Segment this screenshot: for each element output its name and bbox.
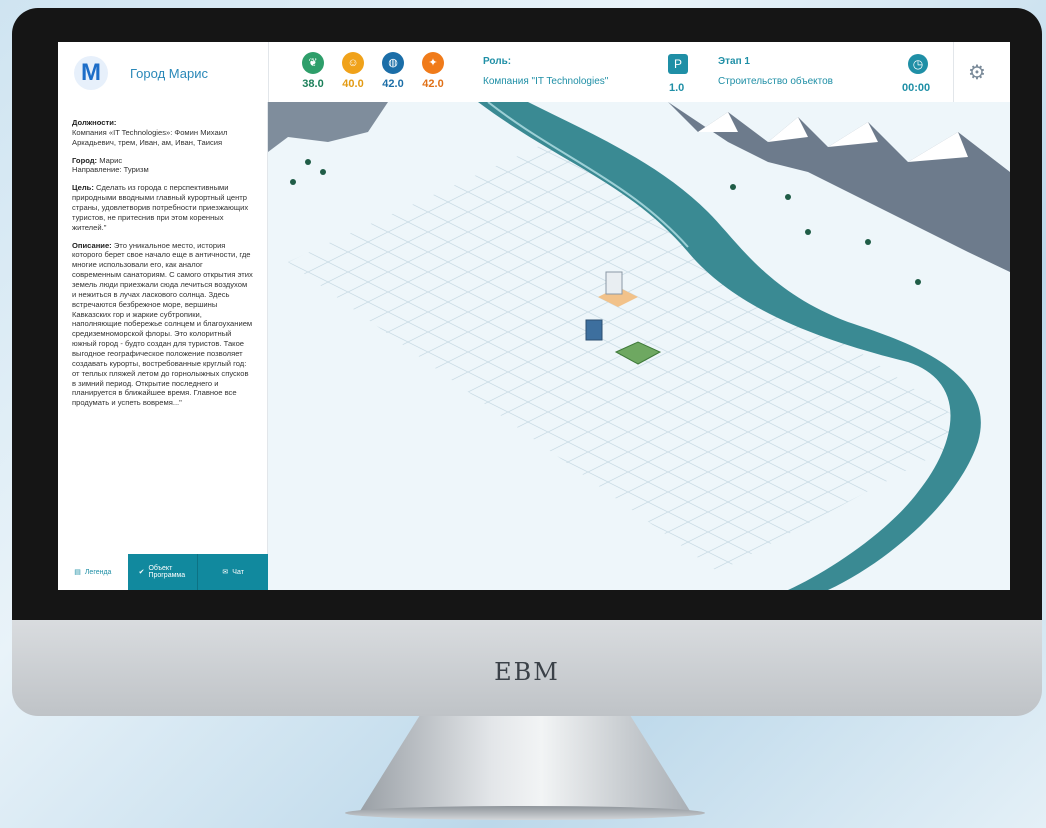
direction-text: Направление: Туризм bbox=[72, 165, 149, 175]
role-value: Компания "IT Technologies" bbox=[483, 76, 609, 87]
globe-icon: ◍ bbox=[382, 52, 404, 74]
city-text: Марис bbox=[99, 155, 123, 165]
city-block: Город: Марис Направление: Туризм bbox=[72, 156, 253, 176]
stat-social: ☺ 40.0 bbox=[333, 52, 373, 90]
tab-chat[interactable]: ✉ Чат bbox=[197, 554, 269, 590]
brand-logo: EBM bbox=[494, 658, 560, 686]
description-label: Описание: bbox=[72, 240, 112, 250]
stat-energy: ✦ 42.0 bbox=[413, 52, 453, 90]
building-hotel[interactable] bbox=[605, 271, 623, 295]
tab-legend[interactable]: ▤ Легенда bbox=[58, 554, 128, 590]
stage-label: Этап 1 bbox=[718, 56, 750, 67]
monitor-frame: M Город Марис ❦ 38.0 ☺ 40.0 ◍ 42.0 ✦ 42.… bbox=[12, 8, 1042, 620]
city-title: Город Марис bbox=[130, 66, 208, 81]
divider bbox=[953, 42, 954, 102]
goal-label: Цель: bbox=[72, 183, 94, 193]
city-label: Город: bbox=[72, 155, 98, 165]
chat-icon: ✉ bbox=[222, 569, 229, 576]
map-canvas[interactable] bbox=[268, 102, 1010, 590]
top-bar: M Город Марис ❦ 38.0 ☺ 40.0 ◍ 42.0 ✦ 42.… bbox=[58, 42, 1010, 103]
book-icon: ▤ bbox=[74, 569, 81, 576]
tab-chat-label: Чат bbox=[232, 568, 244, 576]
monitor-stand bbox=[360, 716, 690, 811]
stat-social-value: 40.0 bbox=[342, 78, 364, 90]
game-map[interactable] bbox=[268, 102, 1010, 590]
bottom-tabs: ▤ Легенда ✔ Объект Программа ✉ Чат bbox=[58, 554, 269, 590]
goal-text: Сделать из города с перспективными приро… bbox=[72, 183, 249, 232]
divider bbox=[268, 42, 269, 102]
building-office[interactable] bbox=[585, 319, 603, 341]
stat-global: ◍ 42.0 bbox=[373, 52, 413, 90]
tab-legend-label: Легенда bbox=[84, 568, 112, 576]
check-icon: ✔ bbox=[138, 569, 145, 576]
monitor-chin: EBM bbox=[12, 620, 1042, 716]
role-label: Роль: bbox=[483, 56, 512, 67]
description-text: Это уникальное место, история которого б… bbox=[72, 240, 253, 408]
points-value: 1.0 bbox=[669, 82, 685, 94]
clock-icon: ◷ bbox=[908, 54, 928, 74]
positions-block: Должности: Компания «IT Technologies»: Фо… bbox=[72, 118, 253, 148]
info-sidebar: Должности: Компания «IT Technologies»: Фо… bbox=[58, 102, 268, 554]
stat-energy-value: 42.0 bbox=[422, 78, 444, 90]
tab-object-program[interactable]: ✔ Объект Программа bbox=[127, 554, 198, 590]
leaf-icon: ❦ bbox=[302, 52, 324, 74]
tab-object-program-label: Объект Программа bbox=[148, 565, 186, 579]
monitor-base bbox=[345, 806, 705, 820]
goal-block: Цель: Сделать из города с перспективными… bbox=[72, 183, 253, 232]
timer-value: 00:00 bbox=[902, 82, 931, 94]
stat-global-value: 42.0 bbox=[382, 78, 404, 90]
points-icon: P bbox=[668, 54, 688, 74]
flame-icon: ✦ bbox=[422, 52, 444, 74]
positions-text: Компания «IT Technologies»: Фомин Михаил… bbox=[72, 127, 228, 147]
description-block: Описание: Это уникальное место, история … bbox=[72, 241, 253, 409]
gear-icon[interactable]: ⚙ bbox=[968, 60, 986, 85]
stat-ecology-value: 38.0 bbox=[302, 78, 324, 90]
city-logo[interactable]: M bbox=[74, 56, 108, 90]
app-screen: M Город Марис ❦ 38.0 ☺ 40.0 ◍ 42.0 ✦ 42.… bbox=[58, 42, 1010, 590]
stat-ecology: ❦ 38.0 bbox=[293, 52, 333, 90]
stage-value: Строительство объектов bbox=[718, 76, 833, 87]
people-icon: ☺ bbox=[342, 52, 364, 74]
positions-label: Должности: bbox=[72, 118, 117, 127]
